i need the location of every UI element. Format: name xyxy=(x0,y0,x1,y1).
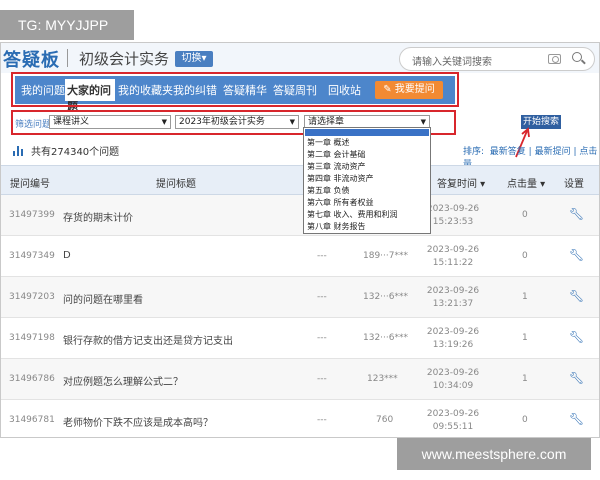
row-clicks: 1 xyxy=(522,374,528,384)
wrench-icon[interactable]: 🔧︎ xyxy=(569,330,584,344)
row-clicks: 1 xyxy=(522,292,528,302)
row-id: 31496781 xyxy=(9,415,55,425)
row-reply-time: 2023-09-26 09:55:11 xyxy=(423,408,483,434)
col-clicks[interactable]: 点击量 ▾ xyxy=(507,175,545,190)
row-clicks: 1 xyxy=(522,333,528,343)
switch-subject-button[interactable]: 切换▾ xyxy=(175,51,213,67)
dropdown-option[interactable]: 第六章 所有者权益 xyxy=(307,197,374,208)
row-date: 2023-09-26 xyxy=(426,204,480,214)
search-icon[interactable] xyxy=(572,52,582,62)
dropdown-option[interactable]: 第八章 财务报告 xyxy=(307,221,366,232)
dropdown-option[interactable]: 第一章 概述 xyxy=(307,137,350,148)
row-date: 2023-09-26 xyxy=(426,409,480,419)
watermark: www.meestsphere.com xyxy=(397,438,591,470)
search-input[interactable]: 请输入关键词搜索 xyxy=(399,47,595,71)
row-time: 13:19:26 xyxy=(432,340,474,350)
row-date: 2023-09-26 xyxy=(426,327,480,337)
col-title: 提问标题 xyxy=(156,179,196,190)
row-extra: --- xyxy=(317,374,327,384)
row-time: 10:34:09 xyxy=(432,381,474,391)
row-id: 31497203 xyxy=(9,292,55,302)
row-user: 760 xyxy=(376,415,394,425)
row-user: 132···6*** xyxy=(363,292,408,302)
row-user: 123*** xyxy=(367,374,398,384)
col-reply-time-label: 答复时间 xyxy=(437,179,477,190)
row-id: 31497399 xyxy=(9,210,55,220)
row-reply-time: 2023-09-26 13:19:26 xyxy=(423,326,483,352)
row-extra: --- xyxy=(317,333,327,343)
app-frame: 答疑板 初级会计实务 切换▾ 请输入关键词搜索 我的问题 大家的问题 我的收藏夹… xyxy=(0,42,600,438)
dropdown-option[interactable]: 第七章 收入、费用和利润 xyxy=(307,209,398,220)
dropdown-option[interactable]: 第五章 负债 xyxy=(307,185,350,196)
sort-latest-question[interactable]: 最新提问 xyxy=(535,147,571,157)
row-time: 13:21:37 xyxy=(432,299,474,309)
bar-chart-icon xyxy=(13,146,23,156)
table-row[interactable]: 31497399 存货的期末计价 2023-09-26 15:23:53 0 🔧︎ xyxy=(1,195,599,236)
highlight-box-nav xyxy=(11,72,459,107)
row-id: 31497198 xyxy=(9,333,55,343)
dropdown-option[interactable]: 第四章 非流动资产 xyxy=(307,173,374,184)
table-row[interactable]: 31497198 银行存款的借方记支出还是贷方记支出 --- 132···6**… xyxy=(1,318,599,359)
row-title[interactable]: 银行存款的借方记支出还是贷方记支出 xyxy=(63,332,233,347)
row-title[interactable]: 存货的期末计价 xyxy=(63,209,133,224)
dropdown-option[interactable]: 第三章 流动资产 xyxy=(307,161,366,172)
row-user: 189···7*** xyxy=(363,251,408,261)
row-title[interactable]: 对应例题怎么理解公式二？ xyxy=(63,373,183,388)
row-reply-time: 2023-09-26 15:23:53 xyxy=(423,203,483,229)
row-title[interactable]: D xyxy=(63,250,71,261)
sort-latest-reply[interactable]: 最新答复 xyxy=(490,147,526,157)
dropdown-option[interactable]: 第二章 会计基础 xyxy=(307,149,366,160)
question-count-text: 共有274340个问题 xyxy=(31,147,120,158)
row-title[interactable]: 老师物价下跌不应该是成本高吗？ xyxy=(63,414,213,429)
sort-label: 排序: xyxy=(463,147,485,157)
search-placeholder: 请输入关键词搜索 xyxy=(412,57,492,68)
dropdown-highlight xyxy=(305,129,429,136)
row-date: 2023-09-26 xyxy=(426,286,480,296)
row-reply-time: 2023-09-26 10:34:09 xyxy=(423,367,483,393)
row-reply-time: 2023-09-26 13:21:37 xyxy=(423,285,483,311)
wrench-icon[interactable]: 🔧︎ xyxy=(569,207,584,221)
app-logo[interactable]: 答疑板 xyxy=(3,46,60,72)
row-time: 15:11:22 xyxy=(432,258,474,268)
row-clicks: 0 xyxy=(522,415,528,425)
wrench-icon[interactable]: 🔧︎ xyxy=(569,289,584,303)
row-reply-time: 2023-09-26 15:11:22 xyxy=(423,244,483,270)
wrench-icon[interactable]: 🔧︎ xyxy=(569,371,584,385)
row-clicks: 0 xyxy=(522,251,528,261)
table-row[interactable]: 31497349 D --- 189···7*** 2023-09-26 15:1… xyxy=(1,236,599,277)
table-row[interactable]: 31496786 对应例题怎么理解公式二？ --- 123*** 2023-09… xyxy=(1,359,599,400)
row-id: 31496786 xyxy=(9,374,55,384)
row-date: 2023-09-26 xyxy=(426,245,480,255)
row-clicks: 0 xyxy=(522,210,528,220)
wrench-icon[interactable]: 🔧︎ xyxy=(569,248,584,262)
row-time: 09:55:11 xyxy=(432,422,474,432)
col-clicks-label: 点击量 xyxy=(507,179,537,190)
table-header: 提问编号 提问标题 答复时间 ▾ 点击量 ▾ 设置 xyxy=(1,165,599,195)
row-extra: --- xyxy=(317,251,327,261)
row-extra: --- xyxy=(317,415,327,425)
row-id: 31497349 xyxy=(9,251,55,261)
question-count: 共有274340个问题 xyxy=(13,143,119,158)
wrench-icon[interactable]: 🔧︎ xyxy=(569,412,584,426)
row-title[interactable]: 问的问题在哪里看 xyxy=(63,291,143,306)
channel-tag: TG: MYYJJPP xyxy=(0,10,134,40)
logo-divider xyxy=(67,49,68,67)
row-date: 2023-09-26 xyxy=(426,368,480,378)
subject-title: 初级会计实务 xyxy=(79,50,170,68)
row-time: 15:23:53 xyxy=(432,217,474,227)
table-row[interactable]: 31497203 问的问题在哪里看 --- 132···6*** 2023-09… xyxy=(1,277,599,318)
col-id: 提问编号 xyxy=(10,179,50,190)
row-user: 132···6*** xyxy=(363,333,408,343)
col-settings: 设置 xyxy=(564,179,584,190)
top-bar: 答疑板 初级会计实务 切换▾ 请输入关键词搜索 xyxy=(1,43,599,73)
table-row[interactable]: 31496781 老师物价下跌不应该是成本高吗？ --- 760 2023-09… xyxy=(1,400,599,437)
col-reply-time[interactable]: 答复时间 ▾ xyxy=(437,175,485,190)
chapter-dropdown-list[interactable]: 第一章 概述 第二章 会计基础 第三章 流动资产 第四章 非流动资产 第五章 负… xyxy=(303,127,431,234)
camera-icon[interactable] xyxy=(548,54,561,64)
row-extra: --- xyxy=(317,292,327,302)
